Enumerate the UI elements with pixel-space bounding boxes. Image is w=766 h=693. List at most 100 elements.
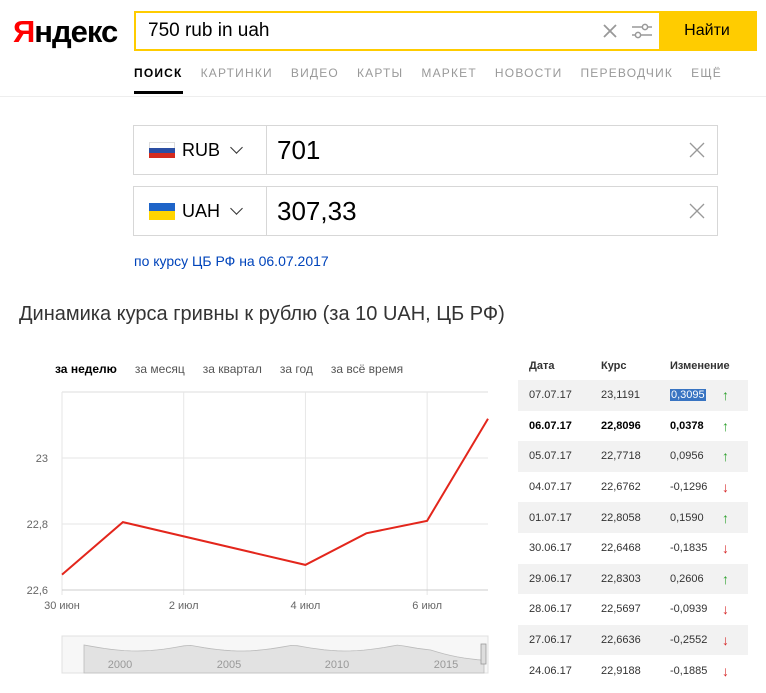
row-change: -0,2552: [660, 634, 722, 646]
row-change: 0,1590: [660, 512, 722, 524]
search-input[interactable]: [136, 13, 595, 49]
tab-6[interactable]: ПЕРЕВОДЧИК: [580, 66, 673, 94]
row-change-value: 0,2606: [670, 572, 704, 585]
russia-flag-icon: [149, 141, 175, 159]
header-divider: [0, 96, 766, 97]
yandex-logo[interactable]: Яндекс: [13, 14, 118, 50]
navigator-year-label: 2000: [108, 659, 132, 671]
ukraine-flag-icon: [149, 202, 175, 220]
currency-select-to[interactable]: UAH: [134, 187, 267, 235]
table-row: 05.07.17 22,7718 0,0956 ↑: [518, 441, 748, 472]
row-rate: 22,6762: [601, 481, 641, 494]
period-option-3[interactable]: за год: [280, 362, 313, 376]
period-option-2[interactable]: за квартал: [203, 362, 262, 376]
chart-title: Динамика курса гривны к рублю (за 10 UAH…: [19, 303, 505, 325]
clear-to-icon[interactable]: [677, 187, 717, 235]
table-row: 04.07.17 22,6762 -0,1296 ↓: [518, 472, 748, 503]
row-rate: 22,6636: [601, 634, 641, 647]
period-option-0[interactable]: за неделю: [55, 362, 117, 376]
row-date: 24.06.17: [529, 664, 572, 677]
x-tick-label: 4 июл: [291, 600, 321, 612]
y-tick-label: 22,8: [27, 519, 48, 531]
table-row: 27.06.17 22,6636 -0,2552 ↓: [518, 624, 748, 656]
currency-code-from: RUB: [182, 139, 221, 160]
row-date: 05.07.17: [529, 450, 572, 463]
navigator-year-label: 2015: [434, 659, 458, 671]
row-date: 28.06.17: [529, 603, 572, 616]
y-tick-label: 23: [36, 453, 48, 465]
period-option-4[interactable]: за всё время: [331, 362, 403, 376]
row-rate: 22,8058: [601, 511, 641, 524]
y-tick-label: 22,6: [27, 585, 48, 597]
row-change: -0,1296: [660, 481, 722, 493]
row-date: 04.07.17: [529, 481, 572, 494]
row-rate: 22,7718: [601, 450, 641, 463]
row-rate: 22,5697: [601, 603, 641, 616]
row-date: 27.06.17: [529, 634, 572, 647]
search-box: Найти: [134, 11, 757, 51]
arrow-down-icon: ↓: [722, 662, 729, 679]
amount-to-input[interactable]: 307,33: [267, 187, 677, 235]
clear-from-icon[interactable]: [677, 126, 717, 174]
converter-row-from: RUB 701: [133, 125, 718, 175]
row-change: -0,0939: [660, 603, 722, 615]
table-row: 01.07.17 22,8058 0,1590 ↑: [518, 502, 748, 533]
arrow-up-icon: ↑: [722, 387, 729, 404]
header-change: Изменение: [670, 360, 730, 372]
table-row: 24.06.17 22,9188 -0,1885 ↓: [518, 655, 748, 686]
tab-1[interactable]: КАРТИНКИ: [201, 66, 273, 94]
arrow-up-icon: ↑: [722, 417, 729, 434]
navigator-year-label: 2010: [325, 659, 349, 671]
arrow-up-icon: ↑: [722, 448, 729, 465]
table-header: Дата Курс Изменение: [518, 352, 748, 380]
currency-code-to: UAH: [182, 200, 221, 221]
row-rate: 22,9188: [601, 664, 641, 677]
tab-0[interactable]: ПОИСК: [134, 66, 183, 94]
rate-source-link[interactable]: по курсу ЦБ РФ на 06.07.2017: [134, 253, 329, 269]
tab-4[interactable]: МАРКЕТ: [421, 66, 477, 94]
row-rate: 22,6468: [601, 542, 641, 555]
navigator-handle: [480, 643, 487, 665]
arrow-up-icon: ↑: [722, 570, 729, 587]
row-rate: 22,8303: [601, 572, 641, 585]
x-tick-label: 30 июн: [44, 600, 80, 612]
header-rate: Курс: [601, 360, 627, 372]
row-change: 0,0378: [660, 420, 722, 432]
row-date: 07.07.17: [529, 389, 572, 402]
row-rate: 23,1191: [601, 389, 640, 402]
search-settings-icon[interactable]: [625, 13, 659, 49]
row-date: 29.06.17: [529, 572, 572, 585]
period-option-1[interactable]: за месяц: [135, 362, 185, 376]
row-date: 01.07.17: [529, 511, 572, 524]
row-change: 0,2606: [660, 573, 722, 585]
row-change-value: -0,1885: [670, 664, 708, 677]
chevron-down-icon: [230, 202, 243, 215]
header-date: Дата: [529, 360, 555, 372]
arrow-down-icon: ↓: [722, 479, 729, 496]
arrow-up-icon: ↑: [722, 509, 729, 526]
row-change-value: 0,1590: [670, 511, 704, 524]
search-button[interactable]: Найти: [659, 13, 755, 49]
tab-2[interactable]: ВИДЕО: [291, 66, 339, 94]
row-change-value: 0,0378: [670, 419, 704, 432]
x-tick-label: 6 июл: [412, 600, 442, 612]
search-clear-icon[interactable]: [595, 13, 625, 49]
row-change-value: -0,0939: [670, 603, 708, 616]
row-change: 0,0956: [660, 450, 722, 462]
navigator-year-label: 2005: [217, 659, 241, 671]
x-tick-label: 2 июл: [169, 600, 199, 612]
row-change-value: -0,2552: [670, 634, 708, 647]
row-change-value: 0,0956: [670, 450, 704, 463]
row-change: -0,1885: [660, 665, 722, 677]
tab-3[interactable]: КАРТЫ: [357, 66, 403, 94]
tab-7[interactable]: ЕЩЁ: [691, 66, 722, 94]
amount-from-input[interactable]: 701: [267, 126, 677, 174]
tab-5[interactable]: НОВОСТИ: [495, 66, 563, 94]
rate-series-line: [61, 418, 489, 576]
currency-select-from[interactable]: RUB: [134, 126, 267, 174]
row-rate: 22,8096: [601, 419, 641, 432]
row-change-value: -0,1296: [670, 481, 708, 494]
chevron-down-icon: [230, 141, 243, 154]
arrow-down-icon: ↓: [722, 632, 729, 649]
arrow-down-icon: ↓: [722, 540, 729, 557]
